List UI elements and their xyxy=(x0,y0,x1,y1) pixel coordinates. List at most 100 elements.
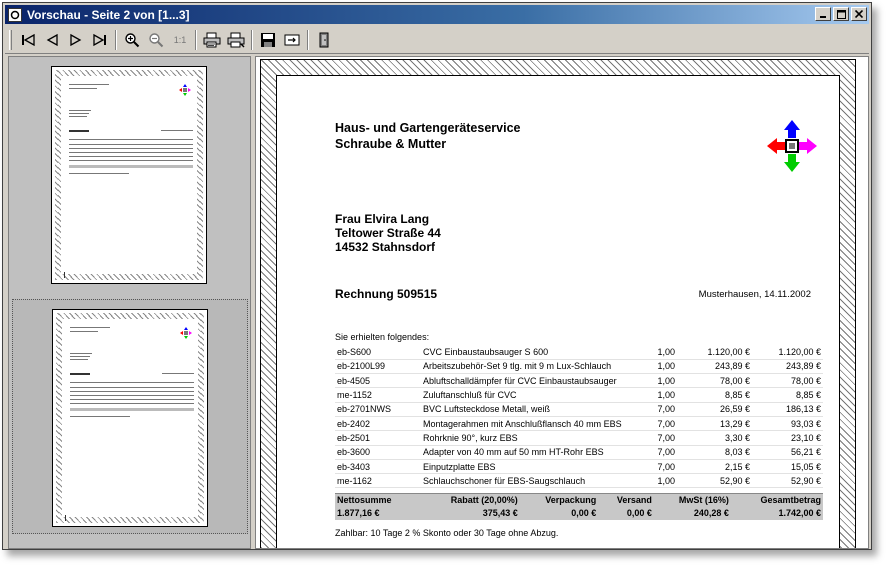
item-unit-price: 8,85 € xyxy=(677,387,752,403)
packaging-label: Verpackung xyxy=(519,493,599,507)
company-logo-icon xyxy=(767,120,817,172)
item-quantity: 7,00 xyxy=(639,416,677,432)
gross-total-value: 1.742,00 € xyxy=(730,506,823,520)
company-name-line2: Schraube & Mutter xyxy=(335,137,447,151)
recipient-street: Teltower Straße 44 xyxy=(335,226,441,240)
minimize-button[interactable] xyxy=(815,7,831,21)
company-name-line1: Haus- und Gartengeräteservice xyxy=(335,121,521,135)
item-description: Einputzplatte EBS xyxy=(421,459,639,475)
item-unit-price: 26,59 € xyxy=(677,402,752,417)
print-setup-button[interactable] xyxy=(224,29,248,51)
item-quantity: 7,00 xyxy=(639,430,677,446)
table-row: eb-2402 Montagerahmen mit Anschlußflansch… xyxy=(335,416,823,432)
toolbar-grip[interactable] xyxy=(9,29,12,50)
last-page-icon xyxy=(93,33,106,46)
table-row: eb-S600 CVC Einbaustaubsauger S 600 1,00 1.… xyxy=(335,345,823,360)
shipping-value: 0,00 € xyxy=(598,506,654,520)
item-quantity: 1,00 xyxy=(639,345,677,360)
summary-value-row: 1.877,16 € 375,43 € 0,00 € 0,00 € 240,28… xyxy=(335,506,823,520)
summary-header-row: Nettosumme Rabatt (20,00%) Verpackung Ve… xyxy=(335,493,823,507)
next-page-button[interactable] xyxy=(64,29,88,51)
recipient-city: 14532 Stahnsdorf xyxy=(335,240,436,254)
item-quantity: 1,00 xyxy=(639,373,677,389)
first-page-icon xyxy=(22,33,35,46)
print-button[interactable] xyxy=(200,29,224,51)
item-sku: me-1152 xyxy=(335,387,421,403)
item-quantity: 1,00 xyxy=(639,387,677,403)
zoom-in-button[interactable] xyxy=(120,29,144,51)
table-row: eb-3600 Adapter von 40 mm auf 50 mm HT-Ro… xyxy=(335,445,823,460)
page-border: Haus- und Gartengeräteservice Schraube &… xyxy=(260,59,856,548)
item-quantity: 1,00 xyxy=(639,473,677,489)
item-total: 52,90 € xyxy=(752,473,823,489)
close-button[interactable] xyxy=(851,7,867,21)
net-sum-value: 1.877,16 € xyxy=(335,506,419,520)
first-page-button[interactable] xyxy=(16,29,40,51)
window-title: Vorschau - Seite 2 von [1...3] xyxy=(27,7,190,22)
item-unit-price: 78,00 € xyxy=(677,373,752,389)
vat-label: MwSt (16%) xyxy=(653,493,731,507)
floppy-disk-icon xyxy=(261,32,275,47)
item-sku: eb-4505 xyxy=(335,373,421,389)
toolbar-separator xyxy=(195,29,197,50)
table-row: me-1162 Schlauchschoner für EBS-Saugschla… xyxy=(335,473,823,489)
payment-terms: Zahlbar: 10 Tage 2 % Skonto oder 30 Tage… xyxy=(335,528,559,538)
vat-value: 240,28 € xyxy=(653,506,731,520)
printer-setup-icon xyxy=(227,32,245,47)
item-sku: eb-2402 xyxy=(335,416,421,432)
item-sku: eb-2501 xyxy=(335,430,421,446)
toolbar-separator xyxy=(251,29,253,50)
item-unit-price: 13,29 € xyxy=(677,416,752,432)
actual-size-button[interactable]: 1:1 xyxy=(168,29,192,51)
item-sku: eb-S600 xyxy=(335,345,421,360)
table-row: eb-3403 Einputzplatte EBS 7,00 2,15 €15,05 … xyxy=(335,459,823,475)
table-row: me-1152 Zuluftanschluß für CVC 1,00 8,85 €8… xyxy=(335,387,823,403)
export-button[interactable] xyxy=(280,29,304,51)
item-sku: me-1162 xyxy=(335,473,421,489)
net-sum-label: Nettosumme xyxy=(335,493,419,507)
discount-value: 375,43 € xyxy=(418,506,520,520)
logo-thumbnail-icon xyxy=(180,327,192,339)
item-total: 1.120,00 € xyxy=(752,345,823,360)
minimize-icon xyxy=(820,16,826,18)
item-sku: eb-3403 xyxy=(335,459,421,475)
table-row: eb-4505 Abluftschalldämpfer für CVC Einba… xyxy=(335,373,823,389)
item-description: Arbeitszubehör-Set 9 tlg. mit 9 m Lux-Sc… xyxy=(421,359,639,375)
page-thumbnail-1[interactable] xyxy=(12,57,248,292)
item-quantity: 7,00 xyxy=(639,402,677,417)
invoice-summary-table: Nettosumme Rabatt (20,00%) Verpackung Ve… xyxy=(335,493,823,520)
app-icon xyxy=(8,7,22,22)
item-total: 8,85 € xyxy=(752,387,823,403)
zoom-in-icon xyxy=(125,32,140,47)
item-description: Montagerahmen mit Anschlußflansch 40 mm … xyxy=(421,416,639,432)
item-sku: eb-3600 xyxy=(335,445,421,460)
save-button[interactable] xyxy=(256,29,280,51)
item-sku: eb-2100L99 xyxy=(335,359,421,375)
shipping-label: Versand xyxy=(598,493,654,507)
intro-text: Sie erhielten folgendes: xyxy=(335,332,430,342)
toolbar-separator xyxy=(307,29,309,50)
export-icon xyxy=(284,34,300,45)
gross-total-label: Gesamtbetrag xyxy=(730,493,823,507)
item-total: 93,03 € xyxy=(752,416,823,432)
item-quantity: 7,00 xyxy=(639,445,677,460)
previous-page-button[interactable] xyxy=(40,29,64,51)
page-preview[interactable]: Haus- und Gartengeräteservice Schraube &… xyxy=(255,56,869,549)
table-row: eb-2501 Rohrknie 90°, kurz EBS 7,00 3,30 €2… xyxy=(335,430,823,446)
zoom-out-icon xyxy=(149,32,164,47)
zoom-out-button[interactable] xyxy=(144,29,168,51)
page-thumbnail-2[interactable] xyxy=(12,299,248,534)
maximize-button[interactable] xyxy=(833,7,849,21)
close-preview-button[interactable] xyxy=(312,29,336,51)
printer-icon xyxy=(203,32,221,47)
item-sku: eb-2701NWS xyxy=(335,402,421,417)
item-description: Zuluftanschluß für CVC xyxy=(421,387,639,403)
table-row: eb-2701NWS BVC Luftsteckdose Metall, weiß… xyxy=(335,402,823,417)
item-unit-price: 1.120,00 € xyxy=(677,345,752,360)
invoice-title: Rechnung 509515 xyxy=(335,287,438,301)
item-quantity: 7,00 xyxy=(639,459,677,475)
title-bar[interactable]: Vorschau - Seite 2 von [1...3] xyxy=(5,5,869,24)
last-page-button[interactable] xyxy=(88,29,112,51)
table-row: eb-2100L99 Arbeitszubehör-Set 9 tlg. mit … xyxy=(335,359,823,375)
thumbnail-pane[interactable] xyxy=(8,56,251,549)
